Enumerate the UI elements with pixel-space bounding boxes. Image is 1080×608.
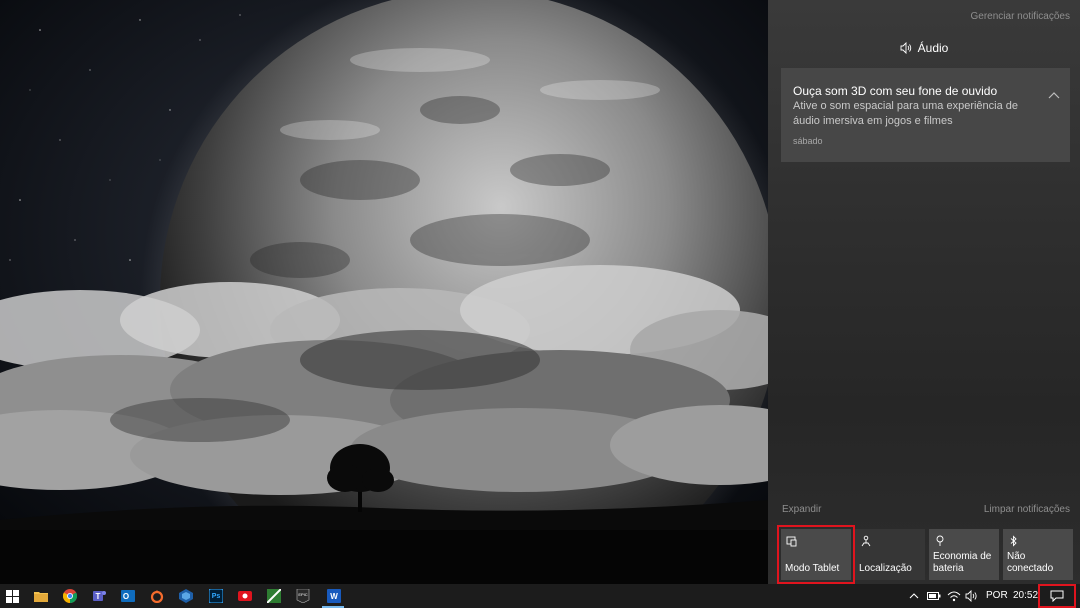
manage-notifications-link[interactable]: Gerenciar notificações (971, 11, 1071, 22)
notification-body: Ative o som espacial para uma experiênci… (793, 100, 1019, 127)
photoshop-icon[interactable]: Ps (208, 588, 224, 604)
wifi-icon[interactable] (946, 588, 962, 604)
quick-action-battery-saver[interactable]: Economia de bateria (929, 529, 999, 580)
quick-action-bluetooth[interactable]: Não conectado (1003, 529, 1073, 580)
quick-action-label: Não conectado (1007, 551, 1054, 574)
action-center-button[interactable] (1038, 584, 1076, 608)
quick-action-location[interactable]: Localização (855, 529, 925, 580)
quick-action-label: Localização (859, 563, 912, 574)
bluetooth-icon (1010, 535, 1017, 547)
photoshop-icon-text: Ps (211, 592, 221, 600)
epic-games-icon[interactable]: EPIC (295, 588, 311, 604)
clear-notifications-link[interactable]: Limpar notificações (984, 504, 1070, 515)
svg-text:O: O (123, 592, 129, 601)
notification-card[interactable]: Ouça som 3D com seu fone de ouvido Ative… (781, 68, 1070, 162)
notification-icon (1050, 590, 1064, 602)
origin-icon[interactable] (149, 588, 165, 604)
volume-icon[interactable] (964, 588, 980, 604)
svg-text:T: T (96, 592, 101, 601)
folder-icon[interactable] (33, 588, 49, 604)
expand-quick-actions-link[interactable]: Expandir (782, 504, 821, 515)
maps-icon[interactable] (266, 588, 282, 604)
notification-title: Ouça som 3D com seu fone de ouvido (793, 84, 998, 98)
clock[interactable]: 20:52 (1013, 590, 1038, 601)
virtualbox-icon[interactable] (178, 588, 194, 604)
chevron-up-icon[interactable] (906, 588, 922, 604)
recorder-icon[interactable] (237, 588, 253, 604)
action-center-panel: Gerenciar notificações Áudio Ouça som 3D… (768, 0, 1080, 584)
quick-action-label: Economia de bateria (933, 551, 992, 574)
taskbar: T O Ps EPIC W POR 20:52 (0, 584, 1080, 608)
tablet-mode-icon (786, 536, 797, 547)
battery-icon[interactable] (926, 588, 942, 604)
word-icon[interactable]: W (326, 588, 342, 604)
chrome-icon[interactable] (62, 588, 78, 604)
word-icon-text: W (330, 591, 338, 601)
wallpaper-image (0, 0, 768, 584)
epic-games-icon-text: EPIC (298, 592, 308, 597)
language-indicator[interactable]: POR (986, 590, 1008, 601)
quick-action-label: Modo Tablet (785, 563, 840, 574)
chevron-up-icon[interactable] (1048, 91, 1060, 99)
location-icon (861, 535, 871, 547)
speaker-icon (900, 42, 911, 54)
quick-actions-row: Modo Tablet Localização Economia de bate… (777, 525, 1073, 584)
outlook-icon[interactable]: O (120, 588, 136, 604)
desktop-wallpaper (0, 0, 768, 584)
notification-timestamp: sábado (793, 136, 823, 146)
notification-group-header: Áudio (768, 41, 1080, 55)
battery-saver-icon (936, 535, 944, 546)
quick-action-tablet-mode[interactable]: Modo Tablet (777, 525, 855, 584)
teams-icon[interactable]: T (91, 588, 107, 604)
notification-group-title: Áudio (917, 41, 949, 55)
windows-logo-icon[interactable] (4, 588, 20, 604)
